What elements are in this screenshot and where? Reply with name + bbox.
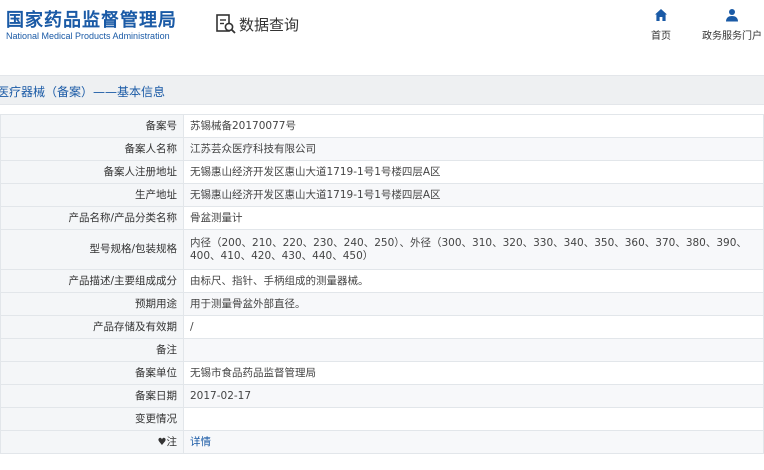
row-value <box>183 407 764 431</box>
row-label: 备案日期 <box>0 384 184 408</box>
row-value: 用于测量骨盆外部直径。 <box>183 292 764 316</box>
nav-home[interactable]: 首页 <box>651 8 671 42</box>
table-row: 备案单位 无锡市食品药品监督管理局 <box>0 361 764 385</box>
row-value: 2017-02-17 <box>183 384 764 408</box>
user-icon <box>726 9 738 22</box>
row-label: 产品名称/产品分类名称 <box>0 206 184 230</box>
nav-government-portal[interactable]: 政务服务门户 <box>702 8 762 42</box>
table-row: 备案人注册地址 无锡惠山经济开发区惠山大道1719-1号1号楼四层A区 <box>0 160 764 184</box>
site-header: 国家药品监督管理局 National Medical Products Admi… <box>0 0 764 60</box>
row-label-note: ♥注 <box>0 430 184 454</box>
row-label: 产品描述/主要组成成分 <box>0 269 184 293</box>
site-logo[interactable]: 国家药品监督管理局 <box>6 6 177 32</box>
pin-icon: ♥ <box>157 436 167 448</box>
row-value: 骨盆测量计 <box>183 206 764 230</box>
row-value <box>183 338 764 362</box>
row-value: / <box>183 315 764 339</box>
row-label: 备案人名称 <box>0 137 184 161</box>
table-row: ♥注 详情 <box>0 430 764 454</box>
page-title-bar: 医疗器械（备案）——基本信息 <box>0 75 764 105</box>
row-label: 生产地址 <box>0 183 184 207</box>
row-label: 备案号 <box>0 114 184 138</box>
nav-portal-label: 政务服务门户 <box>702 31 762 42</box>
table-row: 备案日期 2017-02-17 <box>0 384 764 408</box>
row-label: 变更情况 <box>0 407 184 431</box>
row-value: 无锡市食品药品监督管理局 <box>183 361 764 385</box>
table-row: 产品描述/主要组成成分 由标尺、指针、手柄组成的测量器械。 <box>0 269 764 293</box>
row-value: 内径（200、210、220、230、240、250）、外径（300、310、3… <box>183 229 764 270</box>
table-row: 备案人名称 江苏芸众医疗科技有限公司 <box>0 137 764 161</box>
row-label: 备注 <box>0 338 184 362</box>
row-label: 备案单位 <box>0 361 184 385</box>
table-row: 产品存储及有效期 / <box>0 315 764 339</box>
record-info-table: 备案号 苏锡械备20170077号 备案人名称 江苏芸众医疗科技有限公司 备案人… <box>0 114 764 454</box>
row-label: 预期用途 <box>0 292 184 316</box>
row-value: 江苏芸众医疗科技有限公司 <box>183 137 764 161</box>
page-title: 医疗器械（备案）——基本信息 <box>0 85 166 99</box>
home-icon <box>655 9 667 21</box>
table-row: 预期用途 用于测量骨盆外部直径。 <box>0 292 764 316</box>
site-logo-english: National Medical Products Administration <box>6 31 170 41</box>
row-value: 无锡惠山经济开发区惠山大道1719-1号1号楼四层A区 <box>183 160 764 184</box>
search-document-icon <box>216 14 236 34</box>
row-value: 无锡惠山经济开发区惠山大道1719-1号1号楼四层A区 <box>183 183 764 207</box>
details-link[interactable]: 详情 <box>190 436 211 448</box>
row-value: 由标尺、指针、手柄组成的测量器械。 <box>183 269 764 293</box>
nav-home-label: 首页 <box>651 31 671 42</box>
data-query-heading: 数据查询 <box>215 12 299 36</box>
table-row: 备案号 苏锡械备20170077号 <box>0 114 764 138</box>
table-row: 备注 <box>0 338 764 362</box>
data-query-title: 数据查询 <box>239 15 300 34</box>
table-row: 变更情况 <box>0 407 764 431</box>
row-value: 苏锡械备20170077号 <box>183 114 764 138</box>
row-value: 详情 <box>183 430 764 454</box>
note-label: 注 <box>166 435 178 448</box>
row-label: 备案人注册地址 <box>0 160 184 184</box>
row-label: 型号规格/包装规格 <box>0 229 184 270</box>
table-row: 型号规格/包装规格 内径（200、210、220、230、240、250）、外径… <box>0 229 764 270</box>
row-label: 产品存储及有效期 <box>0 315 184 339</box>
table-row: 生产地址 无锡惠山经济开发区惠山大道1719-1号1号楼四层A区 <box>0 183 764 207</box>
table-row: 产品名称/产品分类名称 骨盆测量计 <box>0 206 764 230</box>
